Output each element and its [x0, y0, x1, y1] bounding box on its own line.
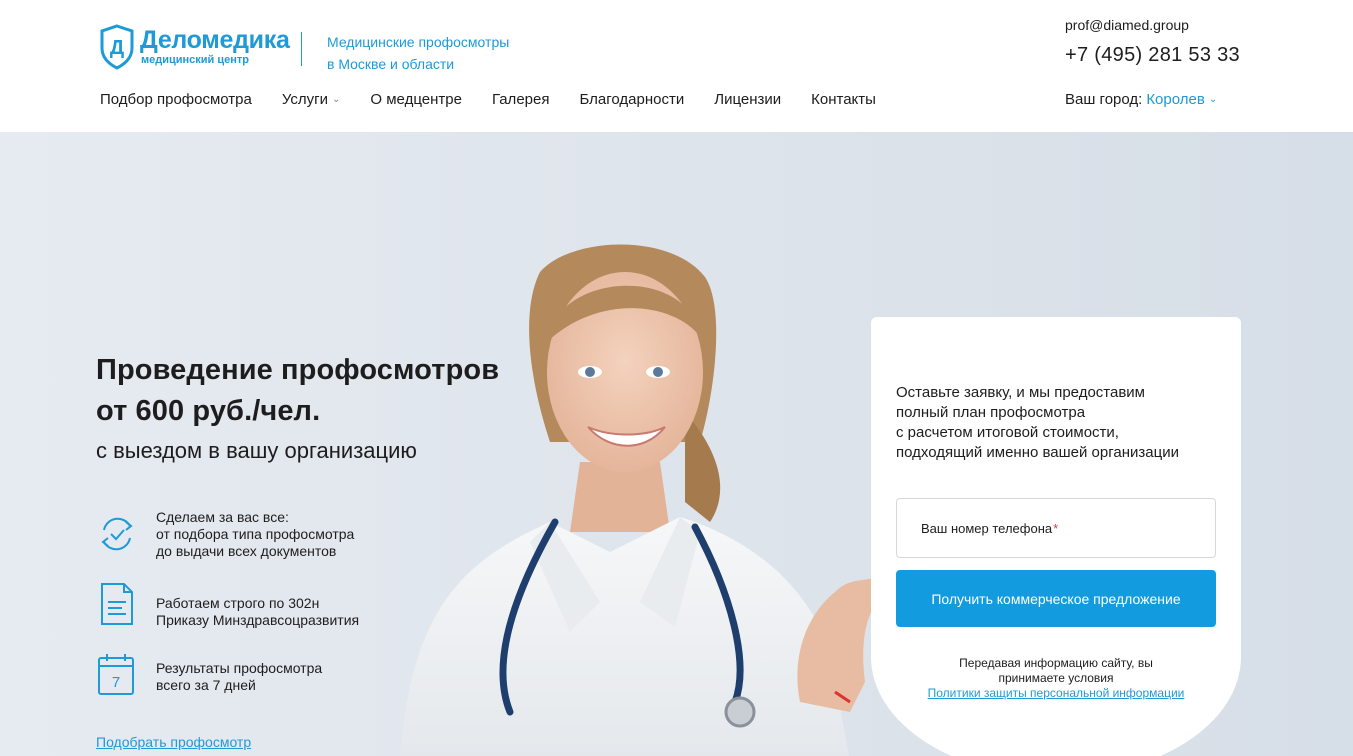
hero-title: Проведение профосмотров от 600 руб./чел. [96, 354, 500, 427]
document-icon [101, 583, 133, 625]
doctor-image [400, 244, 885, 756]
feature-text: Работаем строго по 302н Приказу Минздрав… [156, 595, 360, 628]
logo-shield-icon: Д [100, 24, 134, 70]
logo[interactable]: Д Деломедика медицинский центр [100, 24, 290, 70]
nav-item-licenses[interactable]: Лицензии [714, 91, 781, 108]
phone-input[interactable]: Ваш номер телефона * [896, 498, 1216, 558]
nav-item-uslugi[interactable]: Услуги ⌄ [282, 91, 341, 108]
nav-item-about[interactable]: О медцентре [370, 91, 462, 108]
hero-subtitle: с выездом в вашу организацию [96, 438, 417, 463]
logo-subtitle: медицинский центр [141, 54, 250, 66]
nav-item-thanks[interactable]: Благодарности [579, 91, 684, 108]
refresh-check-icon [101, 517, 133, 551]
site-header: Д Деломедика медицинский центр Медицинск… [0, 0, 1353, 132]
main-nav: Подбор профосмотра Услуги ⌄ О медцентре Г… [100, 91, 906, 108]
svg-text:7: 7 [112, 674, 120, 691]
logo-name: Деломедика [140, 26, 290, 54]
nav-item-contacts[interactable]: Контакты [811, 91, 876, 108]
contact-phone[interactable]: +7 (495) 281 53 33 [1065, 44, 1240, 67]
privacy-policy-link[interactable]: Политики защиты персональной информации [928, 686, 1185, 700]
contact-email[interactable]: prof@diamed.group [1065, 17, 1189, 33]
svg-text:Д: Д [110, 37, 124, 59]
nav-item-podbor[interactable]: Подбор профосмотра [100, 91, 252, 108]
select-checkup-link[interactable]: Подобрать профосмотр [96, 734, 251, 750]
city-selector: Ваш город: Королев ⌄ [1065, 91, 1217, 108]
form-intro: Оставьте заявку, и мы предоставим полный… [896, 384, 1179, 461]
feature-item: Сделаем за вас все: от подбора типа проф… [96, 509, 354, 559]
logo-divider [301, 32, 302, 66]
feature-text: Результаты профосмотра всего за 7 дней [156, 660, 323, 693]
calendar-icon: 7 [98, 654, 134, 695]
nav-item-gallery[interactable]: Галерея [492, 91, 550, 108]
feature-item: 7 Результаты профосмотра всего за 7 дней [96, 652, 322, 696]
chevron-down-icon: ⌄ [1208, 94, 1218, 105]
required-mark: * [1053, 520, 1059, 536]
feature-text: Сделаем за вас все: от подбора типа проф… [156, 509, 355, 559]
feature-item: Работаем строго по 302н Приказу Минздрав… [96, 582, 359, 628]
privacy-note: Передавая информацию сайту, вы принимает… [927, 656, 1185, 700]
city-label: Ваш город: [1065, 91, 1143, 108]
submit-button[interactable]: Получить коммерческое предложение [896, 570, 1216, 627]
tagline: Медицинские профосмотры в Москве и облас… [327, 34, 510, 72]
hero-section: Проведение профосмотров от 600 руб./чел.… [0, 132, 1353, 756]
chevron-down-icon: ⌄ [332, 94, 341, 105]
city-dropdown[interactable]: Королев ⌄ [1146, 91, 1217, 108]
request-form: Оставьте заявку, и мы предоставим полный… [871, 317, 1241, 756]
